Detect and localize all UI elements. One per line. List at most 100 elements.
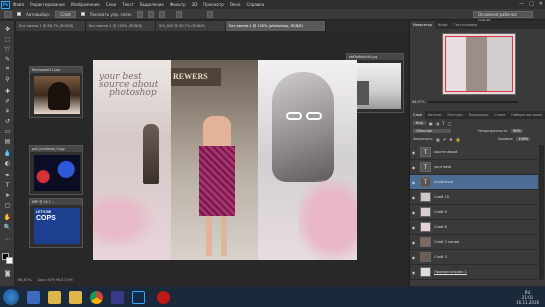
maximize-button[interactable]: □	[529, 1, 534, 7]
layer-row[interactable]: ◉ Слой 3	[410, 250, 538, 265]
blur-tool-icon[interactable]: 💧	[3, 149, 12, 157]
visibility-eye-icon[interactable]: ◉	[410, 180, 417, 185]
marquee-tool-icon[interactable]: ⬚	[3, 35, 12, 43]
tab-channels[interactable]: Каналы	[425, 111, 445, 119]
menu-select[interactable]: Выделение	[140, 2, 164, 7]
layer-row[interactable]: ◉ Прямоугольник 1	[410, 265, 538, 280]
quick-mask-icon[interactable]: ◙	[3, 269, 12, 277]
stamp-tool-icon[interactable]: ⚘	[3, 107, 12, 115]
visibility-eye-icon[interactable]: ◉	[410, 195, 417, 200]
lock-pixels-icon[interactable]: ▦	[436, 137, 440, 142]
floating-document-1[interactable]: filenlopes011.psd	[29, 66, 83, 118]
menu-window[interactable]: Окно	[230, 2, 241, 7]
shape-tool-icon[interactable]: ▢	[3, 201, 12, 209]
tab-presets[interactable]: Наборы настроек	[508, 111, 545, 119]
background-color-swatch[interactable]	[6, 257, 13, 264]
visibility-eye-icon[interactable]: ◉	[410, 225, 417, 230]
menu-file[interactable]: Файл	[13, 2, 24, 7]
gradient-tool-icon[interactable]: ▤	[3, 137, 12, 145]
tab-document-2[interactable]: Без имени-1 @ 100% (RGB/8)	[86, 21, 156, 31]
layer-row[interactable]: ◉ Слой 8	[410, 220, 538, 235]
floating-document-3[interactable]: KBP @ 16,7... LET'S BE COPS	[29, 198, 83, 248]
more-tools-icon[interactable]: ⋯	[3, 235, 12, 243]
lasso-tool-icon[interactable]: ➰	[3, 45, 12, 53]
floating-document-title[interactable]: filenlopes011.psd	[30, 67, 82, 73]
layer-row[interactable]: ◉ T your best	[410, 160, 538, 175]
tab-paths[interactable]: Контуры	[444, 111, 466, 119]
path-select-tool-icon[interactable]: ➤	[3, 191, 12, 199]
minimize-button[interactable]: —	[519, 1, 524, 7]
layer-row[interactable]: ◉ Слой 10	[410, 190, 538, 205]
tab-layers[interactable]: Слои	[410, 111, 425, 119]
lock-all-icon[interactable]: 🔒	[456, 137, 461, 142]
record-icon[interactable]	[157, 290, 170, 304]
menu-edit[interactable]: Редактирование	[30, 2, 65, 7]
healing-tool-icon[interactable]: ✚	[3, 87, 12, 95]
floating-document-2[interactable]: pull_lockdame_fr.jpg	[29, 145, 83, 195]
navigator-zoom-value[interactable]: 66,67%	[412, 100, 425, 104]
3d-mode-icon[interactable]	[207, 10, 214, 18]
zoom-level[interactable]: 66,67%	[18, 278, 32, 282]
tab-document-3[interactable]: SHI_800 @ 66,7% (RGB/8)	[156, 21, 226, 31]
eyedropper-tool-icon[interactable]: ⚲	[3, 75, 12, 83]
blend-mode-dropdown[interactable]: Обычные	[413, 129, 451, 133]
filter-type-icon[interactable]: T	[442, 121, 444, 126]
media-icon[interactable]	[111, 290, 124, 304]
eraser-tool-icon[interactable]: ▭	[3, 127, 12, 135]
auto-select-checkbox[interactable]	[17, 12, 21, 16]
distribute-icon[interactable]	[176, 10, 183, 18]
lock-brush-icon[interactable]: ✐	[443, 137, 446, 142]
crop-tool-icon[interactable]: ⌗	[3, 65, 12, 73]
menu-image[interactable]: Изображение	[71, 2, 100, 7]
chrome-icon[interactable]	[90, 290, 103, 304]
navigator-zoom-slider[interactable]	[427, 101, 518, 103]
ie-icon[interactable]	[27, 290, 40, 304]
align-bottom-icon[interactable]	[159, 10, 166, 18]
opacity-field[interactable]: 63%	[511, 129, 523, 133]
tab-info[interactable]: Инфо	[435, 21, 451, 29]
lock-move-icon[interactable]: ✥	[449, 137, 452, 142]
layer-filter-dropdown[interactable]: Вид	[413, 121, 426, 125]
visibility-eye-icon[interactable]: ◉	[410, 240, 417, 245]
tab-adjustments[interactable]: Коррекция	[466, 111, 491, 119]
layer-row[interactable]: ◉ T source about	[410, 145, 538, 160]
navigator-preview[interactable]	[442, 33, 516, 95]
visibility-eye-icon[interactable]: ◉	[410, 270, 417, 275]
main-document-canvas[interactable]: REWERS your best source about photoshop	[93, 60, 357, 260]
filter-adjust-icon[interactable]: ◑	[436, 121, 440, 126]
move-tool-icon[interactable]: ✥	[3, 25, 12, 33]
show-controls-checkbox[interactable]	[80, 12, 85, 16]
tab-navigator[interactable]: Навигатор	[410, 21, 435, 29]
close-button[interactable]: ✕	[539, 1, 543, 7]
zoom-tool-icon[interactable]: 🔍	[3, 223, 12, 231]
menu-3d[interactable]: 3D	[192, 2, 198, 7]
visibility-eye-icon[interactable]: ◉	[410, 150, 417, 155]
tab-styles[interactable]: Стили	[491, 111, 508, 119]
fill-field[interactable]: 100%	[516, 137, 531, 141]
folder-icon[interactable]	[69, 290, 82, 304]
align-middle-icon[interactable]	[148, 10, 155, 18]
tab-document-active[interactable]: Без имени-1 @ 100% (photoshop, RGB/8)	[226, 21, 326, 31]
workspace-dropdown[interactable]: Основная рабочая среда	[473, 11, 533, 23]
menu-filter[interactable]: Фильтр	[170, 2, 186, 7]
dodge-tool-icon[interactable]: ◐	[3, 159, 12, 167]
visibility-eye-icon[interactable]: ◉	[410, 255, 417, 260]
auto-select-dropdown[interactable]: Слой	[55, 10, 76, 18]
photoshop-taskbar-icon[interactable]	[132, 290, 145, 304]
explorer-icon[interactable]	[48, 290, 61, 304]
filter-shape-icon[interactable]: ▢	[448, 121, 452, 126]
menu-layers[interactable]: Слои	[106, 2, 116, 7]
navigator-view-box[interactable]	[445, 36, 513, 92]
align-top-icon[interactable]	[137, 10, 144, 18]
history-brush-tool-icon[interactable]: ↺	[3, 117, 12, 125]
type-tool-icon[interactable]: T	[3, 181, 12, 189]
tab-document-1[interactable]: Без имени-1 @ 66,7% (RGB/8)	[16, 21, 86, 31]
layer-row[interactable]: ◉ Слой 9	[410, 205, 538, 220]
quick-select-tool-icon[interactable]: ✎	[3, 55, 12, 63]
hand-tool-icon[interactable]: ✋	[3, 213, 12, 221]
layer-row-selected[interactable]: ◉ T photoshop	[410, 175, 538, 190]
start-button[interactable]	[3, 289, 19, 305]
visibility-eye-icon[interactable]: ◉	[410, 210, 417, 215]
layer-row[interactable]: ◉ Слой 3 копия	[410, 235, 538, 250]
floating-document-title[interactable]: pull_lockdame_fr.jpg	[30, 146, 82, 152]
